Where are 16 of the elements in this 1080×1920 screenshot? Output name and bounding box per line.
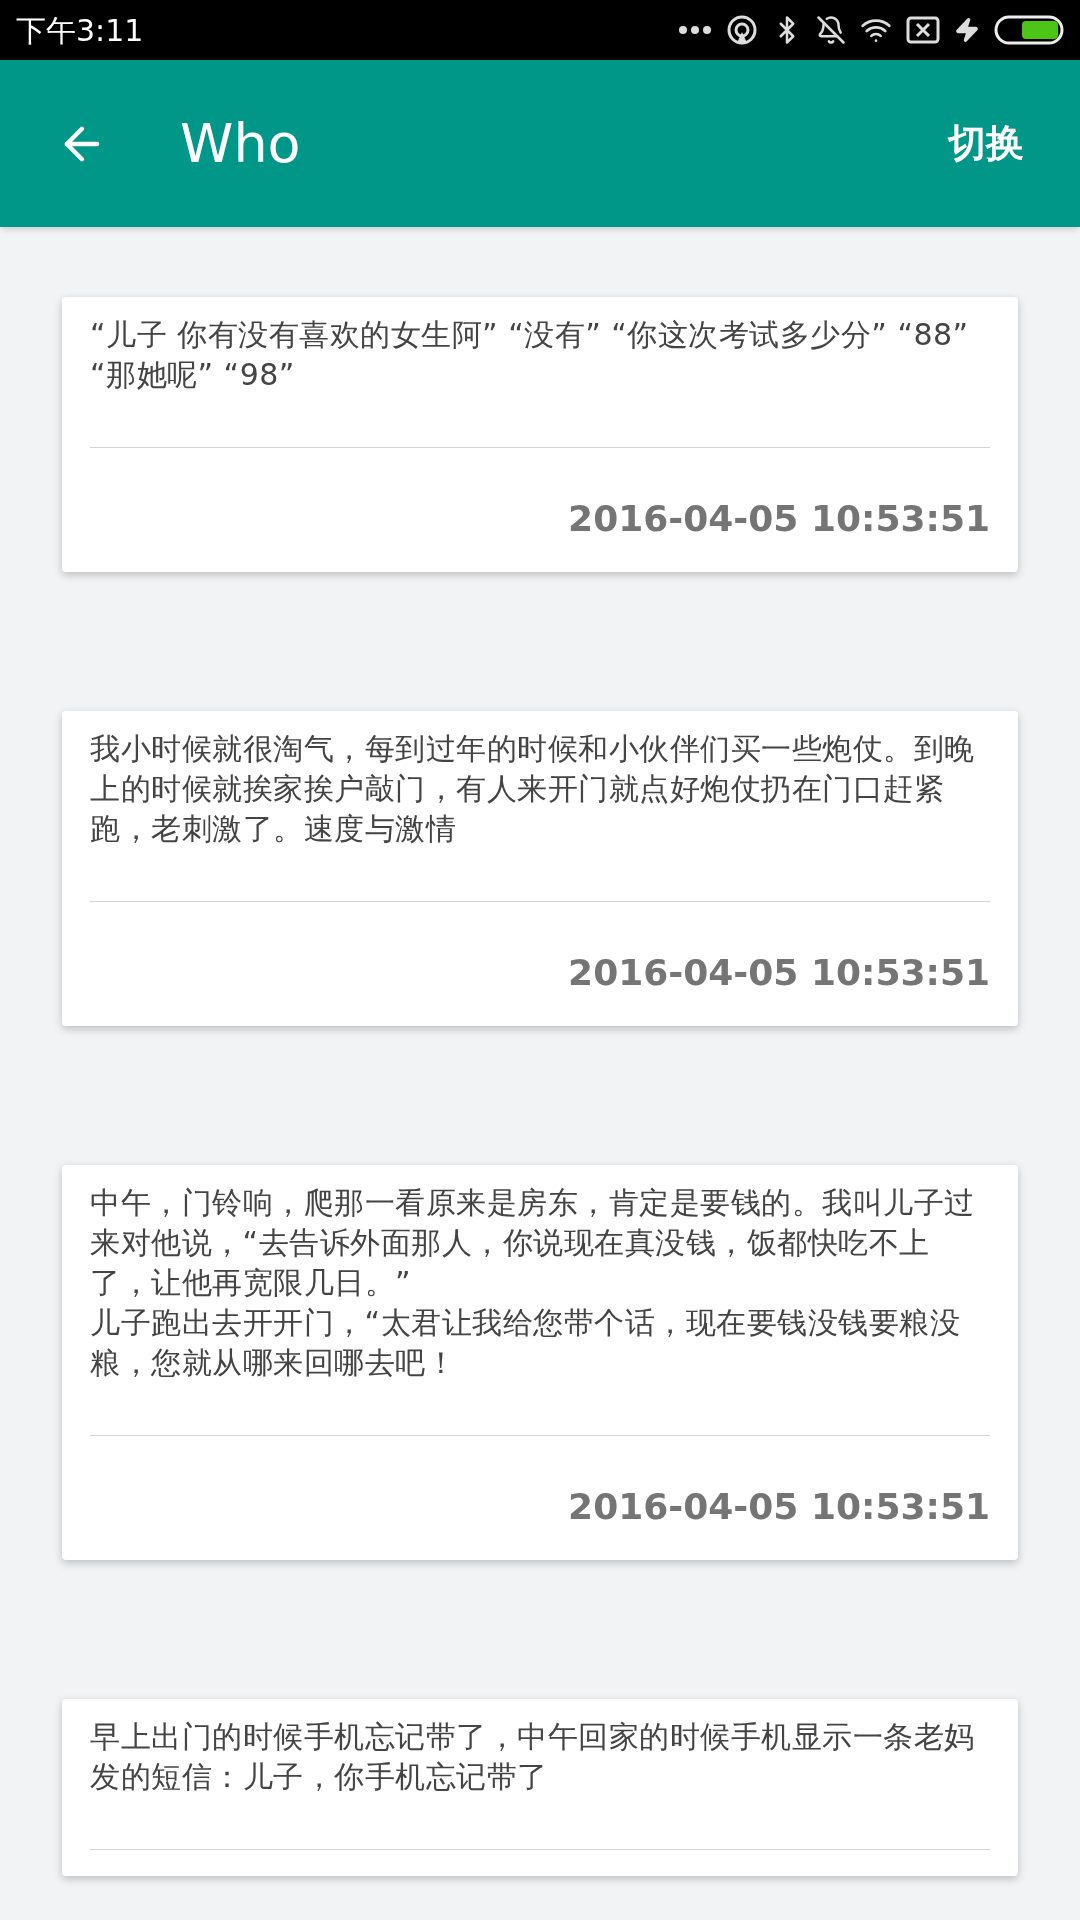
switch-button[interactable]: 切换 [948,115,1024,172]
page-title: Who [180,111,302,177]
post-timestamp: 2016-04-05 10:53:51 [568,1485,990,1529]
post-timestamp: 2016-04-05 10:53:51 [568,951,990,995]
post-timestamp: 2016-04-05 10:53:51 [568,497,990,541]
battery-icon [994,15,1064,45]
post-text: 早上出门的时候手机忘记带了，中午回家的时候手机显示一条老妈发的短信：儿子，你手机忘记带了 [90,1718,976,1796]
muted-bell-icon [816,15,846,45]
hotspot-icon [726,14,758,46]
sim-card-icon [906,16,940,44]
status-time: 下午3:11 [16,11,144,50]
post-text: 我小时候就很淘气，每到过年的时候和小伙伴们买一些炮仗。到晚上的时候就挨家挨户敲门，有人来开门就点好炮仗扔在门口赶紧跑，老刺激了。速度与激情 [90,730,976,848]
post-text: 中午，门铃响，爬那一看原来是房东，肯定是要钱的。我叫儿子过来对他说，“去告诉外面那人，你说现在真没钱，饭都快吃不上了，让他再宽限几日。” 儿子跑出去开开门，“太君让我给您带个话，现在要钱没钱要粮没粮，您就从哪来回哪去吧！ [90,1184,976,1382]
post-text: “儿子 你有没有喜欢的女生阿” “没有” “你这次考试多少分” “88” “那她呢” “98” [90,316,970,394]
more-dots-icon [678,25,712,35]
charging-icon [954,17,980,43]
